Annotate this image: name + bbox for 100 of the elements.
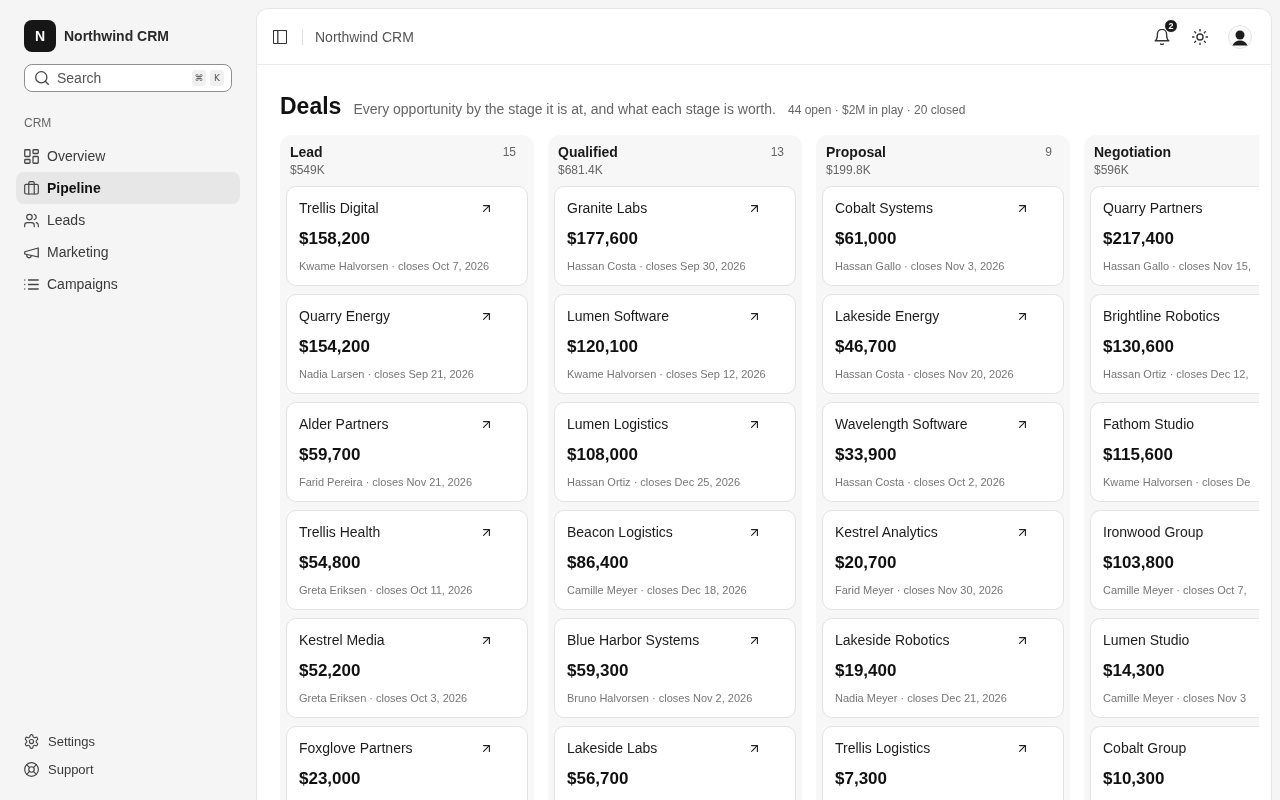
deal-owner-close-date: Kwame Halvorsen · closes Oct 7, 2026 bbox=[299, 259, 491, 273]
deal-card[interactable]: Fathom Studio $115,600 Kwame Halvorsen · closes De bbox=[1090, 402, 1259, 502]
deal-owner-close-date: Camille Meyer · closes Oct 7, bbox=[1103, 583, 1248, 597]
nav-item[interactable]: Leads bbox=[16, 204, 240, 236]
deal-card[interactable]: Lumen Software $120,100 Kwame Halvorsen · closes Sep 12, 2026 bbox=[554, 294, 796, 394]
company-name: Alder Partners bbox=[299, 416, 389, 432]
people-icon bbox=[24, 212, 39, 228]
company-name: Ironwood Group bbox=[1103, 524, 1204, 540]
deal-card[interactable]: Kestrel Analytics $20,700 Farid Meyer · closes Nov 30, 2026 bbox=[822, 510, 1064, 610]
deal-amount: $217,400 bbox=[1103, 228, 1175, 250]
stage-name: Qualified bbox=[558, 143, 618, 162]
deal-card[interactable]: Kestrel Media $52,200 Greta Eriksen · closes Oct 3, 2026 bbox=[286, 618, 528, 718]
app-name: Northwind CRM bbox=[64, 28, 169, 44]
deal-card[interactable]: Beacon Logistics $86,400 Camille Meyer · closes Dec 18, 2026 bbox=[554, 510, 796, 610]
deal-owner-close-date: Greta Eriksen · closes Oct 3, 2026 bbox=[299, 691, 469, 705]
company-name: Trellis Digital bbox=[299, 200, 379, 216]
arrow-up-right-icon[interactable] bbox=[1019, 528, 1026, 536]
sidebar-panel-icon bbox=[273, 29, 287, 44]
company-name: Wavelength Software bbox=[835, 416, 968, 432]
page-title: Deals bbox=[280, 92, 342, 120]
deal-card[interactable]: Blue Harbor Systems $59,300 Bruno Halvorsen · closes Nov 2, 2026 bbox=[554, 618, 796, 718]
deal-card[interactable]: Foxglove Partners $23,000 bbox=[286, 726, 528, 800]
arrow-up-right-icon[interactable] bbox=[751, 312, 758, 320]
deal-amount: $59,300 bbox=[567, 660, 630, 682]
arrow-up-right-icon[interactable] bbox=[1019, 420, 1026, 428]
deal-amount: $33,900 bbox=[835, 444, 898, 466]
company-name: Lumen Software bbox=[567, 308, 669, 324]
stage-total: $199.8K bbox=[826, 162, 872, 178]
search-icon bbox=[35, 71, 49, 85]
deal-card[interactable]: Lakeside Labs $56,700 bbox=[554, 726, 796, 800]
megaphone-icon bbox=[24, 244, 39, 260]
company-name: Blue Harbor Systems bbox=[567, 632, 700, 648]
nav-item[interactable]: Overview bbox=[16, 140, 240, 172]
deal-card[interactable]: Alder Partners $59,700 Farid Pereira · closes Nov 21, 2026 bbox=[286, 402, 528, 502]
arrow-up-right-icon[interactable] bbox=[1019, 204, 1026, 212]
company-name: Cobalt Group bbox=[1103, 740, 1187, 756]
deal-card[interactable]: Brightline Robotics $130,600 Hassan Ortiz · closes Dec 12, bbox=[1090, 294, 1259, 394]
deal-card[interactable]: Quarry Partners $217,400 Hassan Gallo · closes Nov 15, bbox=[1090, 186, 1259, 286]
arrow-up-right-icon[interactable] bbox=[483, 528, 490, 536]
avatar[interactable] bbox=[1228, 24, 1252, 49]
deal-card[interactable]: Lumen Studio $14,300 Camille Meyer · closes Nov 3 bbox=[1090, 618, 1259, 718]
stage-name: Lead bbox=[290, 143, 324, 162]
deal-amount: $154,200 bbox=[299, 336, 371, 358]
deal-card[interactable]: Lakeside Energy $46,700 Hassan Costa · closes Nov 20, 2026 bbox=[822, 294, 1064, 394]
deal-amount: $61,000 bbox=[835, 228, 898, 250]
deal-card[interactable]: Wavelength Software $33,900 Hassan Costa · closes Oct 2, 2026 bbox=[822, 402, 1064, 502]
nav-item[interactable]: Pipeline bbox=[16, 172, 240, 204]
deal-owner-close-date: Hassan Ortiz · closes Dec 25, 2026 bbox=[567, 475, 742, 489]
deal-amount: $7,300 bbox=[835, 768, 888, 790]
page-subtitle: Every opportunity by the stage it is at, and what each stage is worth. bbox=[353, 101, 776, 117]
nav-item[interactable]: Settings bbox=[16, 727, 240, 755]
deal-card[interactable]: Trellis Logistics $7,300 bbox=[822, 726, 1064, 800]
bell-icon bbox=[1154, 28, 1170, 45]
nav-item[interactable]: Support bbox=[16, 755, 240, 783]
shortcut-key: K bbox=[210, 70, 224, 86]
arrow-up-right-icon[interactable] bbox=[483, 204, 490, 212]
company-name: Cobalt Systems bbox=[835, 200, 934, 216]
deal-card[interactable]: Quarry Energy $154,200 Nadia Larsen · closes Sep 21, 2026 bbox=[286, 294, 528, 394]
company-name: Trellis Health bbox=[299, 524, 381, 540]
arrow-up-right-icon[interactable] bbox=[1019, 744, 1026, 752]
deal-card[interactable]: Ironwood Group $103,800 Camille Meyer · closes Oct 7, bbox=[1090, 510, 1259, 610]
deal-amount: $115,600 bbox=[1103, 444, 1174, 466]
arrow-up-right-icon[interactable] bbox=[751, 420, 758, 428]
deal-summary: 44 open · $2M in play · 20 closed bbox=[787, 103, 966, 117]
arrow-up-right-icon[interactable] bbox=[483, 420, 490, 428]
deal-amount: $158,200 bbox=[299, 228, 371, 250]
arrow-up-right-icon[interactable] bbox=[751, 204, 758, 212]
deal-owner-close-date: Farid Pereira · closes Nov 21, 2026 bbox=[299, 475, 474, 489]
arrow-up-right-icon[interactable] bbox=[751, 744, 758, 752]
arrow-up-right-icon[interactable] bbox=[483, 312, 490, 320]
deal-amount: $108,000 bbox=[567, 444, 639, 466]
deal-card[interactable]: Granite Labs $177,600 Hassan Costa · closes Sep 30, 2026 bbox=[554, 186, 796, 286]
deal-card[interactable]: Trellis Digital $158,200 Kwame Halvorsen · closes Oct 7, 2026 bbox=[286, 186, 528, 286]
company-name: Beacon Logistics bbox=[567, 524, 673, 540]
deal-owner-close-date: Nadia Meyer · closes Dec 21, 2026 bbox=[835, 691, 1008, 705]
company-name: Kestrel Analytics bbox=[835, 524, 938, 540]
deal-amount: $56,700 bbox=[567, 768, 630, 790]
arrow-up-right-icon[interactable] bbox=[1019, 312, 1026, 320]
deal-amount: $177,600 bbox=[567, 228, 639, 250]
deal-card[interactable]: Lakeside Robotics $19,400 Nadia Meyer · closes Dec 21, 2026 bbox=[822, 618, 1064, 718]
company-name: Quarry Partners bbox=[1103, 200, 1203, 216]
arrow-up-right-icon[interactable] bbox=[751, 636, 758, 644]
breadcrumb[interactable]: Northwind CRM bbox=[315, 28, 414, 45]
deal-amount: $23,000 bbox=[299, 768, 362, 790]
arrow-up-right-icon[interactable] bbox=[751, 528, 758, 536]
settings-icon bbox=[24, 733, 39, 749]
company-name: Brightline Robotics bbox=[1103, 308, 1220, 324]
list-icon bbox=[24, 276, 39, 292]
deal-card[interactable]: Lumen Logistics $108,000 Hassan Ortiz · closes Dec 25, 2026 bbox=[554, 402, 796, 502]
deal-card[interactable]: Trellis Health $54,800 Greta Eriksen · closes Oct 11, 2026 bbox=[286, 510, 528, 610]
deal-card[interactable]: Cobalt Group $10,300 bbox=[1090, 726, 1259, 800]
arrow-up-right-icon[interactable] bbox=[483, 636, 490, 644]
deal-card[interactable]: Cobalt Systems $61,000 Hassan Gallo · closes Nov 3, 2026 bbox=[822, 186, 1064, 286]
briefcase-icon bbox=[24, 180, 39, 196]
deal-owner-close-date: Nadia Larsen · closes Sep 21, 2026 bbox=[299, 367, 475, 381]
nav-item[interactable]: Campaigns bbox=[16, 268, 240, 300]
arrow-up-right-icon[interactable] bbox=[483, 744, 490, 752]
arrow-up-right-icon[interactable] bbox=[1019, 636, 1026, 644]
logo: N bbox=[24, 20, 56, 52]
nav-item[interactable]: Marketing bbox=[16, 236, 240, 268]
